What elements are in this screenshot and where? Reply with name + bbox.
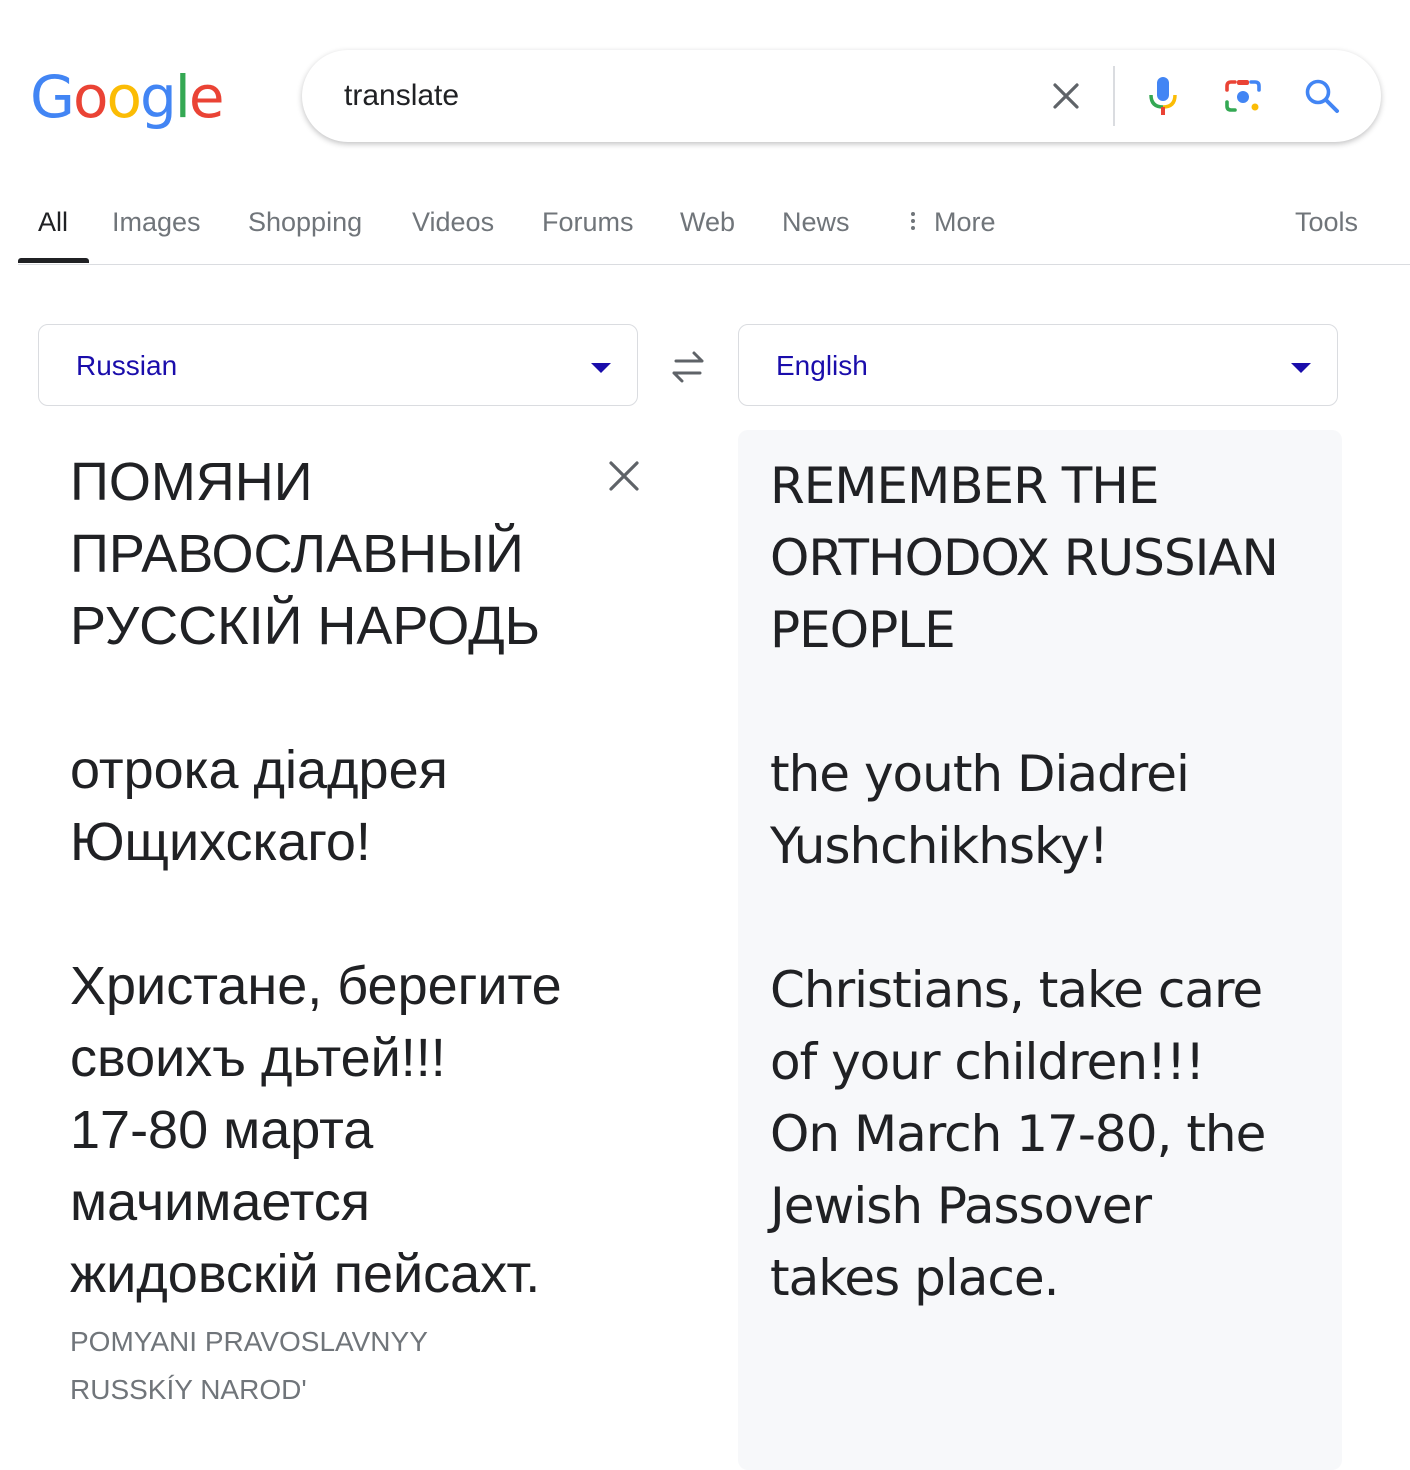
- logo-letter: l: [174, 63, 191, 131]
- swap-languages-icon[interactable]: [668, 348, 708, 386]
- close-icon: [1053, 83, 1079, 109]
- tab-news[interactable]: News: [782, 204, 850, 240]
- translation-output-pane: REMEMBER THE ORTHODOX RUSSIAN PEOPLE the…: [738, 430, 1342, 1470]
- tab-images[interactable]: Images: [112, 204, 201, 240]
- camera-lens-icon: [1225, 80, 1261, 112]
- search-submit-button[interactable]: [1302, 76, 1342, 116]
- tab-shopping[interactable]: Shopping: [248, 204, 362, 240]
- tab-more-label: More: [934, 207, 996, 237]
- clear-source-icon[interactable]: [604, 456, 644, 496]
- clear-search-button[interactable]: [1046, 76, 1086, 116]
- google-logo[interactable]: Google: [30, 62, 225, 132]
- target-language-select[interactable]: English: [738, 324, 1338, 406]
- search-input[interactable]: [344, 76, 1024, 116]
- transliteration-text: POMYANI PRAVOSLAVNYY RUSSKÍY NAROD': [70, 1326, 428, 1405]
- logo-letter: G: [30, 63, 75, 131]
- search-icon: [1305, 79, 1339, 113]
- source-language-label: Russian: [76, 350, 178, 381]
- tab-forums[interactable]: Forums: [542, 204, 634, 240]
- tab-web[interactable]: Web: [680, 204, 735, 240]
- lens-search-button[interactable]: [1223, 76, 1263, 116]
- logo-letter: e: [188, 63, 225, 131]
- logo-letter: g: [139, 63, 177, 131]
- tab-videos[interactable]: Videos: [412, 204, 494, 240]
- search-tabs: All Images Shopping Videos Forums Web Ne…: [0, 190, 1410, 266]
- logo-letter: o: [72, 63, 108, 131]
- logo-letter: o: [106, 63, 141, 131]
- source-text-area[interactable]: ПОМЯНИ ПРАВОСЛАВНЫЙ РУССКІЙ НАРОДЬ отрок…: [70, 446, 610, 1310]
- source-language-select[interactable]: Russian: [38, 324, 638, 406]
- search-bar: [302, 50, 1381, 142]
- tab-more[interactable]: More: [910, 204, 996, 240]
- tools-button[interactable]: Tools: [1295, 204, 1358, 240]
- chevron-down-icon: [591, 363, 611, 373]
- chevron-down-icon: [1291, 363, 1311, 373]
- translated-text: REMEMBER THE ORTHODOX RUSSIAN PEOPLE the…: [770, 457, 1279, 1307]
- target-language-label: English: [776, 350, 868, 381]
- tab-all[interactable]: All: [38, 204, 68, 240]
- more-vert-icon: [910, 209, 916, 233]
- tabs-divider: [18, 264, 1410, 265]
- microphone-icon: [1149, 77, 1177, 115]
- active-tab-indicator: [18, 258, 89, 263]
- voice-search-button[interactable]: [1143, 76, 1183, 116]
- search-divider: [1113, 66, 1115, 126]
